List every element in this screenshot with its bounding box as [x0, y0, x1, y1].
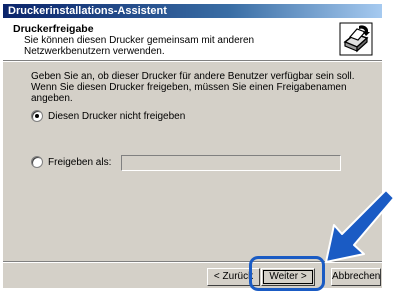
- radio-no-share[interactable]: [31, 110, 43, 122]
- option-no-share[interactable]: Diesen Drucker nicht freigeben: [31, 109, 185, 123]
- cancel-button[interactable]: Abbrechen: [331, 268, 381, 286]
- description-text: Geben Sie an, ob dieser Drucker für ande…: [31, 71, 355, 104]
- option-share-as-label[interactable]: Freigeben als:: [48, 157, 111, 168]
- option-no-share-label[interactable]: Diesen Drucker nicht freigeben: [48, 111, 185, 122]
- share-name-input[interactable]: [121, 155, 341, 171]
- printer-share-icon: [339, 22, 373, 56]
- pointer-arrow-icon: [325, 190, 395, 263]
- radio-share-as[interactable]: [31, 156, 43, 168]
- wizard-header: Druckerfreigabe Sie können diesen Drucke…: [3, 18, 382, 60]
- option-share-as[interactable]: Freigeben als:: [31, 155, 111, 169]
- page-subtitle: Sie können diesen Drucker gemeinsam mit …: [24, 35, 255, 57]
- window-title: Druckerinstallations-Assistent: [8, 5, 167, 17]
- header-separator-highlight: [3, 61, 382, 62]
- page-title: Druckerfreigabe: [13, 23, 94, 35]
- title-bar[interactable]: Druckerinstallations-Assistent: [3, 4, 382, 18]
